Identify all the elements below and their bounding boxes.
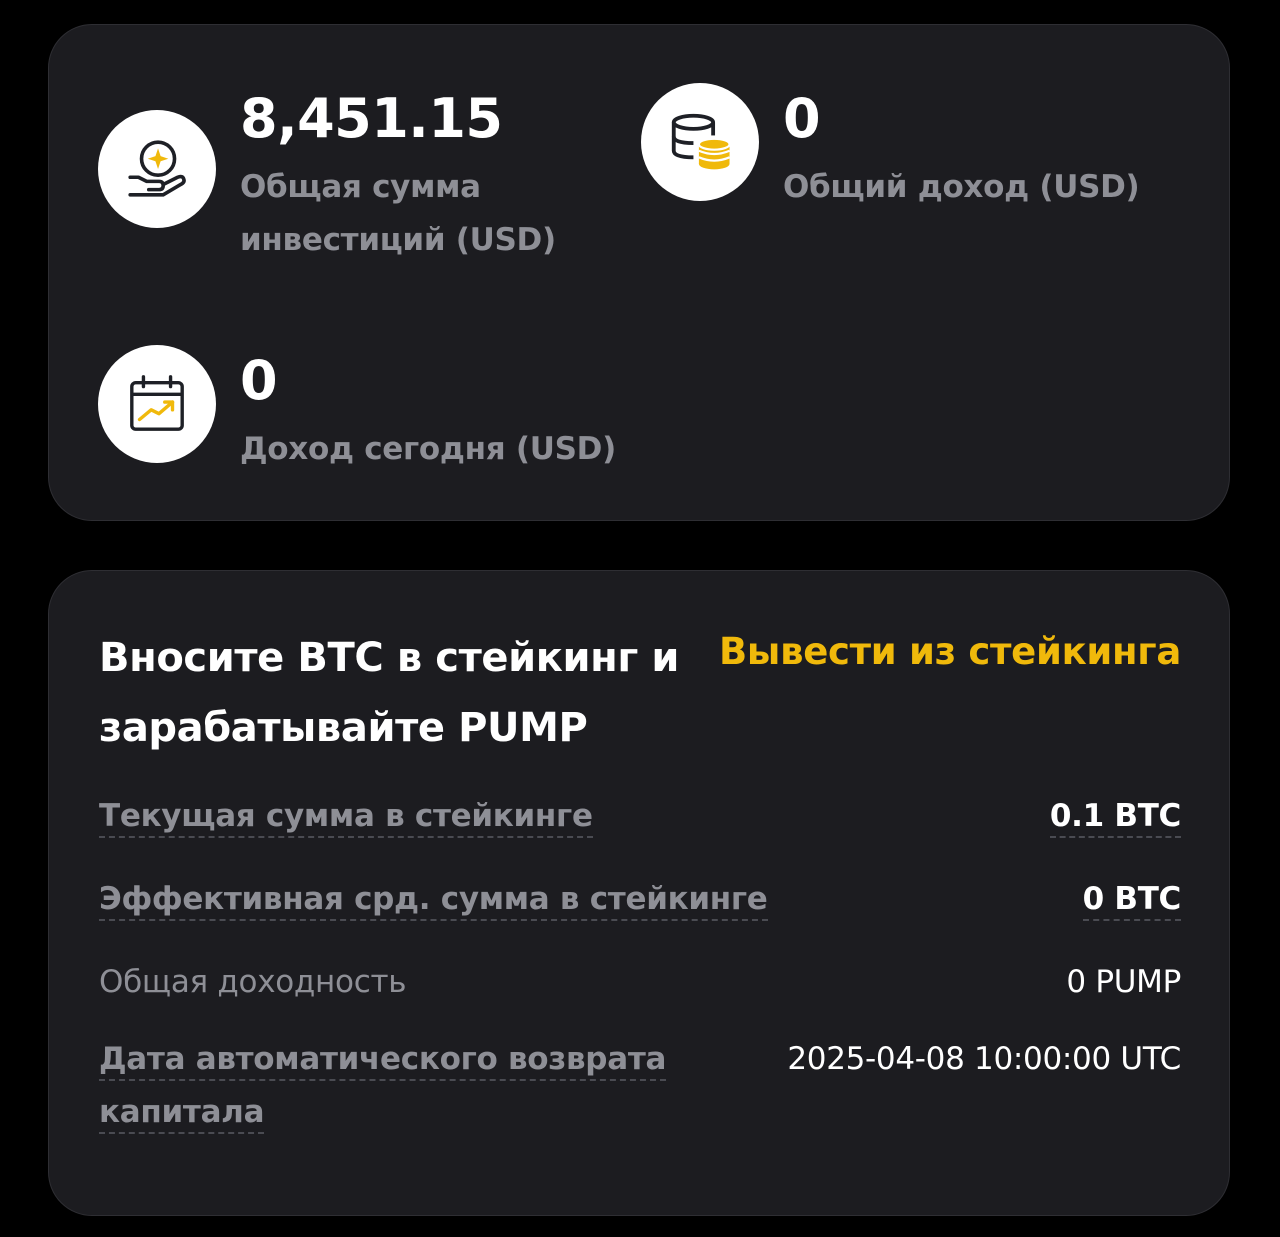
- total-invested-label-line1: Общая сумма: [240, 169, 481, 205]
- hand-star-icon: [98, 110, 216, 228]
- staking-title-line1: Вносите BTC в стейкинг и: [99, 635, 679, 681]
- current-staking-amount-value[interactable]: 0.1 BTC: [1049, 790, 1181, 843]
- calendar-chart-icon: [98, 345, 216, 463]
- total-income-value: 0: [783, 87, 821, 150]
- auto-return-date-label-line1: Дата автоматического возврата: [99, 1041, 666, 1081]
- auto-return-date-value: 2025-04-08 10:00:00 UTC: [787, 1041, 1181, 1077]
- total-invested-label-line2: инвестиций (USD): [240, 222, 556, 258]
- staking-title-line2: зарабатывайте PUMP: [99, 705, 588, 751]
- staking-card: Вносите BTC в стейкинг и зарабатывайте P…: [48, 570, 1230, 1216]
- current-staking-amount-value-text: 0.1 BTC: [1049, 798, 1181, 838]
- current-staking-amount-label[interactable]: Текущая сумма в стейкинге: [99, 790, 593, 843]
- today-income-value: 0: [240, 349, 278, 412]
- withdraw-from-staking-link[interactable]: Вывести из стейкинга: [719, 627, 1181, 677]
- effective-avg-staking-label-text: Эффективная срд. сумма в стейкинге: [99, 881, 768, 921]
- today-income-label: Доход сегодня (USD): [240, 431, 616, 467]
- total-yield-value: 0 PUMP: [1066, 964, 1181, 1000]
- total-invested-label: Общая сумма инвестиций (USD): [240, 161, 556, 267]
- total-income-label: Общий доход (USD): [783, 169, 1140, 205]
- effective-avg-staking-label[interactable]: Эффективная срд. сумма в стейкинге: [99, 873, 768, 926]
- total-invested-value: 8,451.15: [240, 87, 503, 150]
- stats-card: 8,451.15 Общая сумма инвестиций (USD) 0 …: [48, 24, 1230, 521]
- staking-title: Вносите BTC в стейкинг и зарабатывайте P…: [99, 623, 719, 763]
- current-staking-amount-label-text: Текущая сумма в стейкинге: [99, 798, 593, 838]
- auto-return-date-label-line2: капитала: [99, 1094, 265, 1134]
- effective-avg-staking-value-text: 0 BTC: [1082, 881, 1181, 921]
- auto-return-date-label[interactable]: Дата автоматического возврата капитала: [99, 1033, 666, 1139]
- coins-stack-icon: [641, 83, 759, 201]
- effective-avg-staking-value[interactable]: 0 BTC: [1082, 873, 1181, 926]
- total-yield-label: Общая доходность: [99, 964, 407, 1000]
